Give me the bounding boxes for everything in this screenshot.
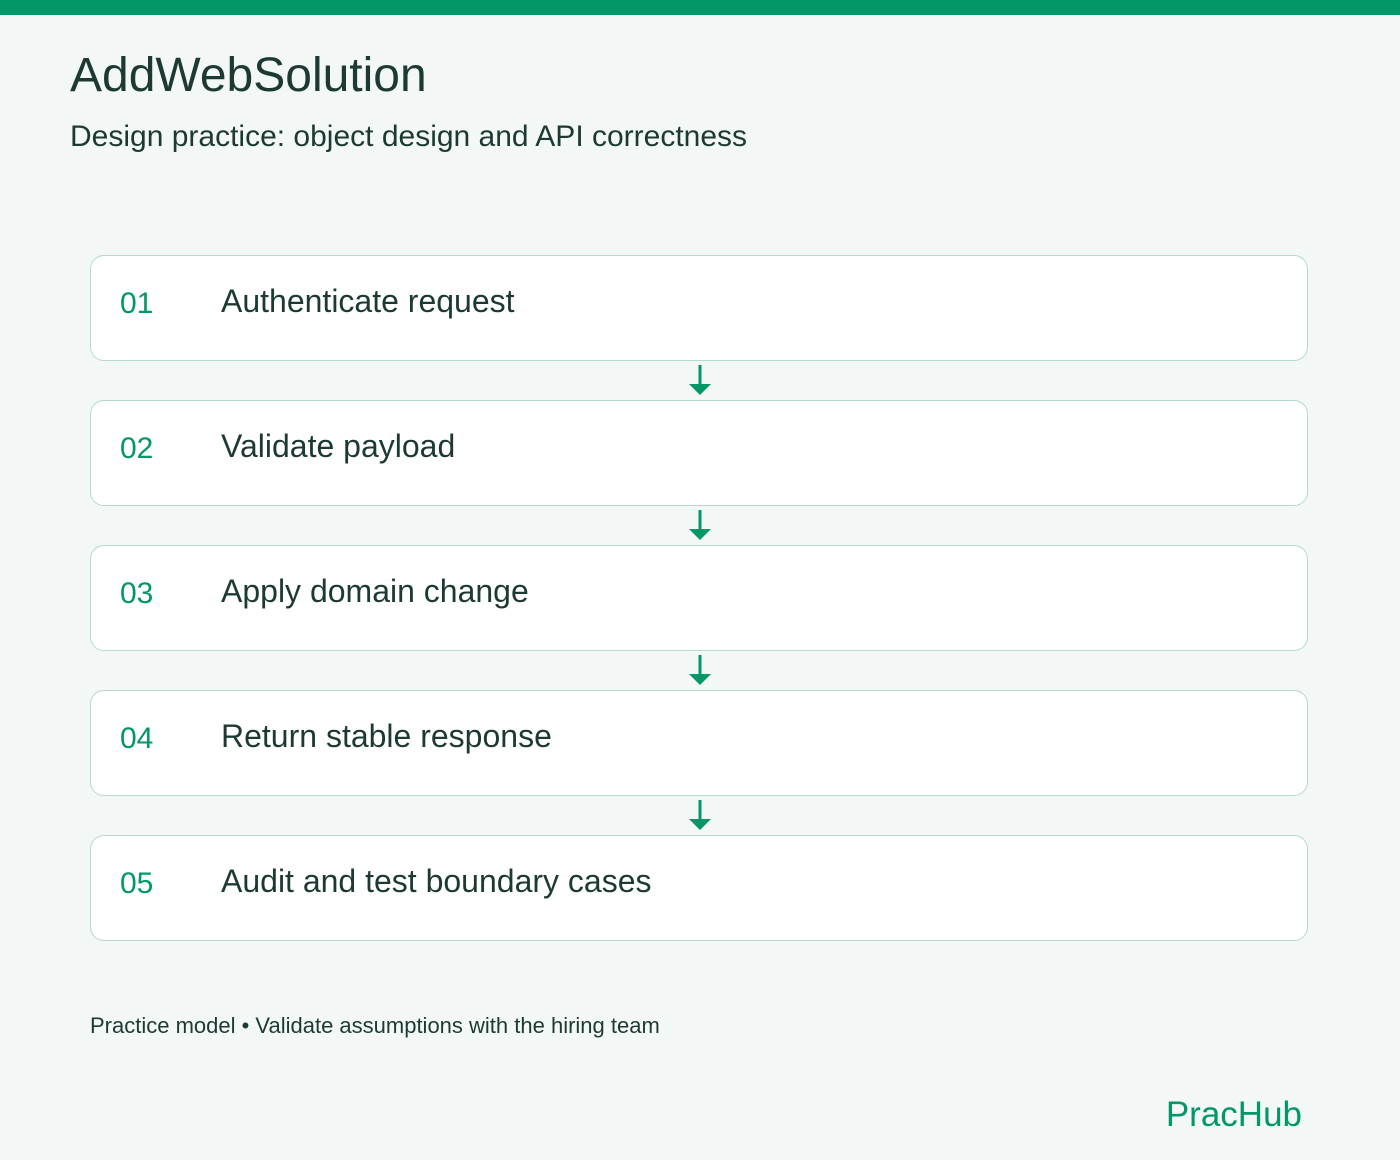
- step-number: 05: [120, 867, 154, 900]
- page-title: AddWebSolution: [70, 49, 427, 102]
- page-subtitle: Design practice: object design and API c…: [70, 120, 748, 153]
- step-card-3: 03 Apply domain change: [90, 545, 1308, 651]
- step-label: Authenticate request: [221, 283, 515, 319]
- down-arrow-icon: [689, 510, 711, 540]
- step-label: Validate payload: [221, 428, 456, 464]
- step-card-1: 01 Authenticate request: [90, 255, 1308, 361]
- step-number: 01: [120, 287, 154, 320]
- down-arrow-icon: [689, 365, 711, 395]
- top-accent-bar: [0, 0, 1400, 15]
- step-number: 03: [120, 577, 154, 610]
- step-card-5: 05 Audit and test boundary cases: [90, 835, 1308, 941]
- footer-note: Practice model • Validate assumptions wi…: [90, 1013, 660, 1038]
- step-label: Return stable response: [221, 718, 552, 754]
- brand-logo-text: PracHub: [1165, 1095, 1302, 1134]
- down-arrow-icon: [689, 655, 711, 685]
- step-card-4: 04 Return stable response: [90, 690, 1308, 796]
- step-label: Audit and test boundary cases: [221, 863, 652, 899]
- step-card-2: 02 Validate payload: [90, 400, 1308, 506]
- step-label: Apply domain change: [221, 573, 529, 609]
- flow-diagram: 01 Authenticate request 02 Validate payl…: [90, 255, 1310, 943]
- step-number: 02: [120, 432, 154, 465]
- down-arrow-icon: [689, 800, 711, 830]
- step-number: 04: [120, 722, 154, 755]
